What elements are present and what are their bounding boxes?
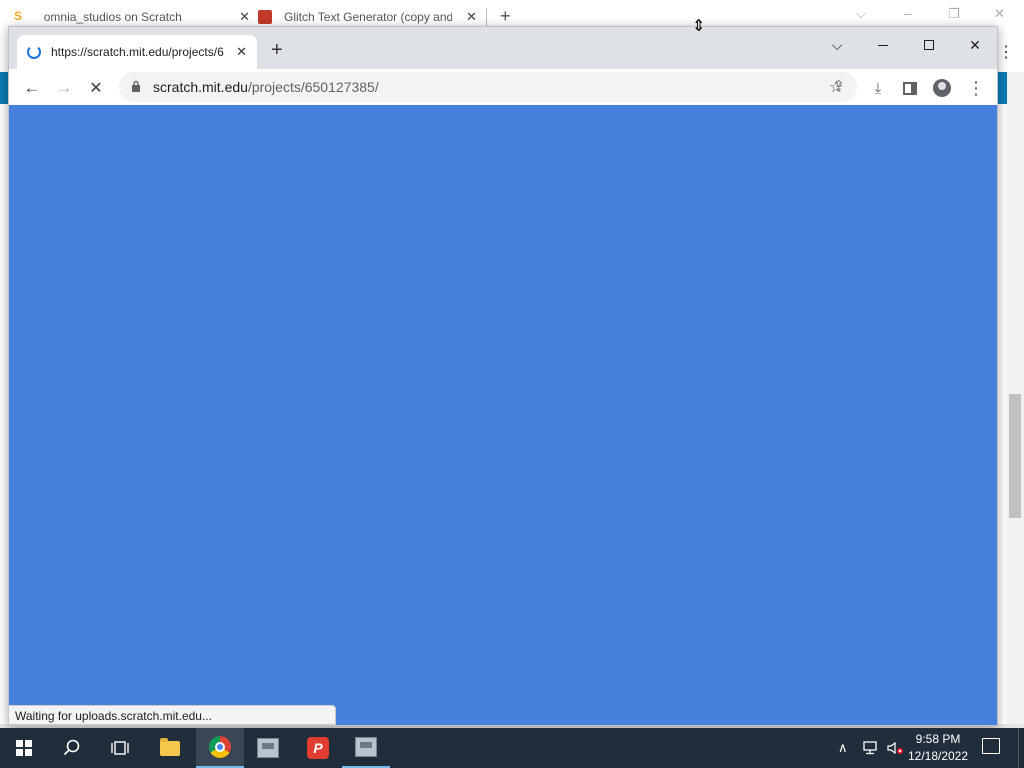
close-tab-icon[interactable]: ✕: [236, 44, 247, 60]
task-view-button[interactable]: [96, 728, 144, 768]
close-window-button[interactable]: ✕: [952, 31, 998, 59]
tray-chevron-icon[interactable]: ∧: [838, 728, 848, 768]
close-button[interactable]: ✕: [994, 6, 1005, 22]
tab-scratch-project[interactable]: https://scratch.mit.edu/projects/6 ✕: [17, 35, 257, 69]
arrow-left-icon: ←: [23, 78, 41, 97]
taskbar-app-button[interactable]: [342, 728, 390, 768]
volume-muted-icon[interactable]: [886, 728, 904, 768]
scrollbar[interactable]: [1007, 72, 1024, 726]
folder-icon: [160, 737, 180, 756]
close-icon: ✕: [969, 36, 981, 53]
side-panel-icon: [903, 81, 917, 95]
tab-search-button[interactable]: ⌵: [814, 31, 860, 59]
new-tab-button[interactable]: +: [271, 39, 283, 62]
download-icon: ⤓: [874, 79, 882, 97]
clock-date: 12/18/2022: [907, 749, 969, 763]
start-button[interactable]: [0, 728, 48, 768]
scratch-favicon-icon: S: [14, 9, 23, 23]
chevron-down-icon: ⌵: [831, 36, 843, 53]
stop-loading-button[interactable]: ✕: [85, 77, 107, 99]
tabstrip: https://scratch.mit.edu/projects/6 ✕ + ⌵…: [9, 27, 997, 69]
arrow-right-icon: →: [55, 78, 73, 97]
tab-title: omnia_studios on Scratch: [43, 10, 182, 24]
close-tab-icon[interactable]: ✕: [239, 9, 250, 25]
maximize-icon: [924, 40, 934, 50]
status-bubble: Waiting for uploads.scratch.mit.edu...: [8, 705, 336, 725]
address-bar[interactable]: scratch.mit.edu/projects/650127385/ ⇪: [119, 72, 857, 102]
minimize-icon: [878, 44, 888, 46]
page-content[interactable]: [9, 105, 997, 725]
bookmark-star-icon[interactable]: ☆: [829, 77, 843, 97]
psiphon-button[interactable]: P: [294, 728, 342, 768]
task-view-icon: [111, 741, 129, 755]
search-button[interactable]: [48, 728, 96, 768]
avatar-icon: [933, 79, 951, 97]
forward-button[interactable]: →: [53, 77, 75, 99]
url-host: scratch.mit.edu: [153, 79, 248, 95]
download-button[interactable]: ⤓: [867, 77, 889, 99]
clock[interactable]: 9:58 PM 12/18/2022: [906, 731, 970, 765]
tab-title: Glitch Text Generator (copy and p: [284, 10, 452, 24]
app-icon: [355, 737, 377, 757]
url-path: /projects/650127385/: [247, 79, 379, 95]
chrome-button[interactable]: [196, 728, 244, 768]
app-icon: [257, 738, 279, 758]
taskbar: P ∧ 9:58 PM 12/18/2022: [0, 728, 1024, 768]
maximize-button[interactable]: [906, 31, 952, 59]
clock-time: 9:58 PM: [915, 732, 961, 746]
tab-search-icon[interactable]: ⌵: [856, 6, 866, 22]
glitch-favicon-icon: [258, 10, 272, 24]
scrollbar-thumb[interactable]: [1009, 394, 1021, 518]
show-desktop-button[interactable]: [1018, 728, 1024, 768]
windows-logo-icon: [16, 740, 32, 756]
loading-spinner-icon: [27, 45, 41, 59]
restore-button[interactable]: ❐: [948, 6, 960, 22]
back-button[interactable]: ←: [21, 77, 43, 99]
tab-separator: [486, 8, 487, 26]
stop-icon: ✕: [89, 80, 103, 97]
new-tab-button[interactable]: +: [500, 6, 511, 27]
resize-cursor-icon: ⇕: [692, 18, 706, 35]
browser-menu-button[interactable]: ⋮: [965, 77, 987, 99]
minimize-button[interactable]: –: [904, 6, 911, 21]
minimize-button[interactable]: [860, 31, 906, 59]
menu-icon[interactable]: ⋮: [998, 42, 1014, 62]
taskbar-app-button[interactable]: [244, 728, 292, 768]
close-tab-icon[interactable]: ✕: [466, 9, 477, 25]
kebab-menu-icon: ⋮: [967, 77, 985, 98]
search-icon: [63, 739, 80, 756]
browser-toolbar: ← → ✕ scratch.mit.edu/projects/650127385…: [9, 69, 997, 105]
tab-title: https://scratch.mit.edu/projects/6: [51, 45, 224, 59]
profile-button[interactable]: [931, 77, 953, 99]
background-toolbar-edge: ⋮: [998, 34, 1024, 72]
side-panel-button[interactable]: [899, 77, 921, 99]
psiphon-icon: P: [307, 737, 329, 759]
browser-window: https://scratch.mit.edu/projects/6 ✕ + ⌵…: [8, 26, 998, 726]
notifications-icon[interactable]: [982, 738, 1000, 754]
chrome-icon: [209, 736, 231, 758]
network-icon[interactable]: [862, 728, 878, 768]
file-explorer-button[interactable]: [146, 728, 194, 768]
lock-icon: [131, 80, 145, 95]
